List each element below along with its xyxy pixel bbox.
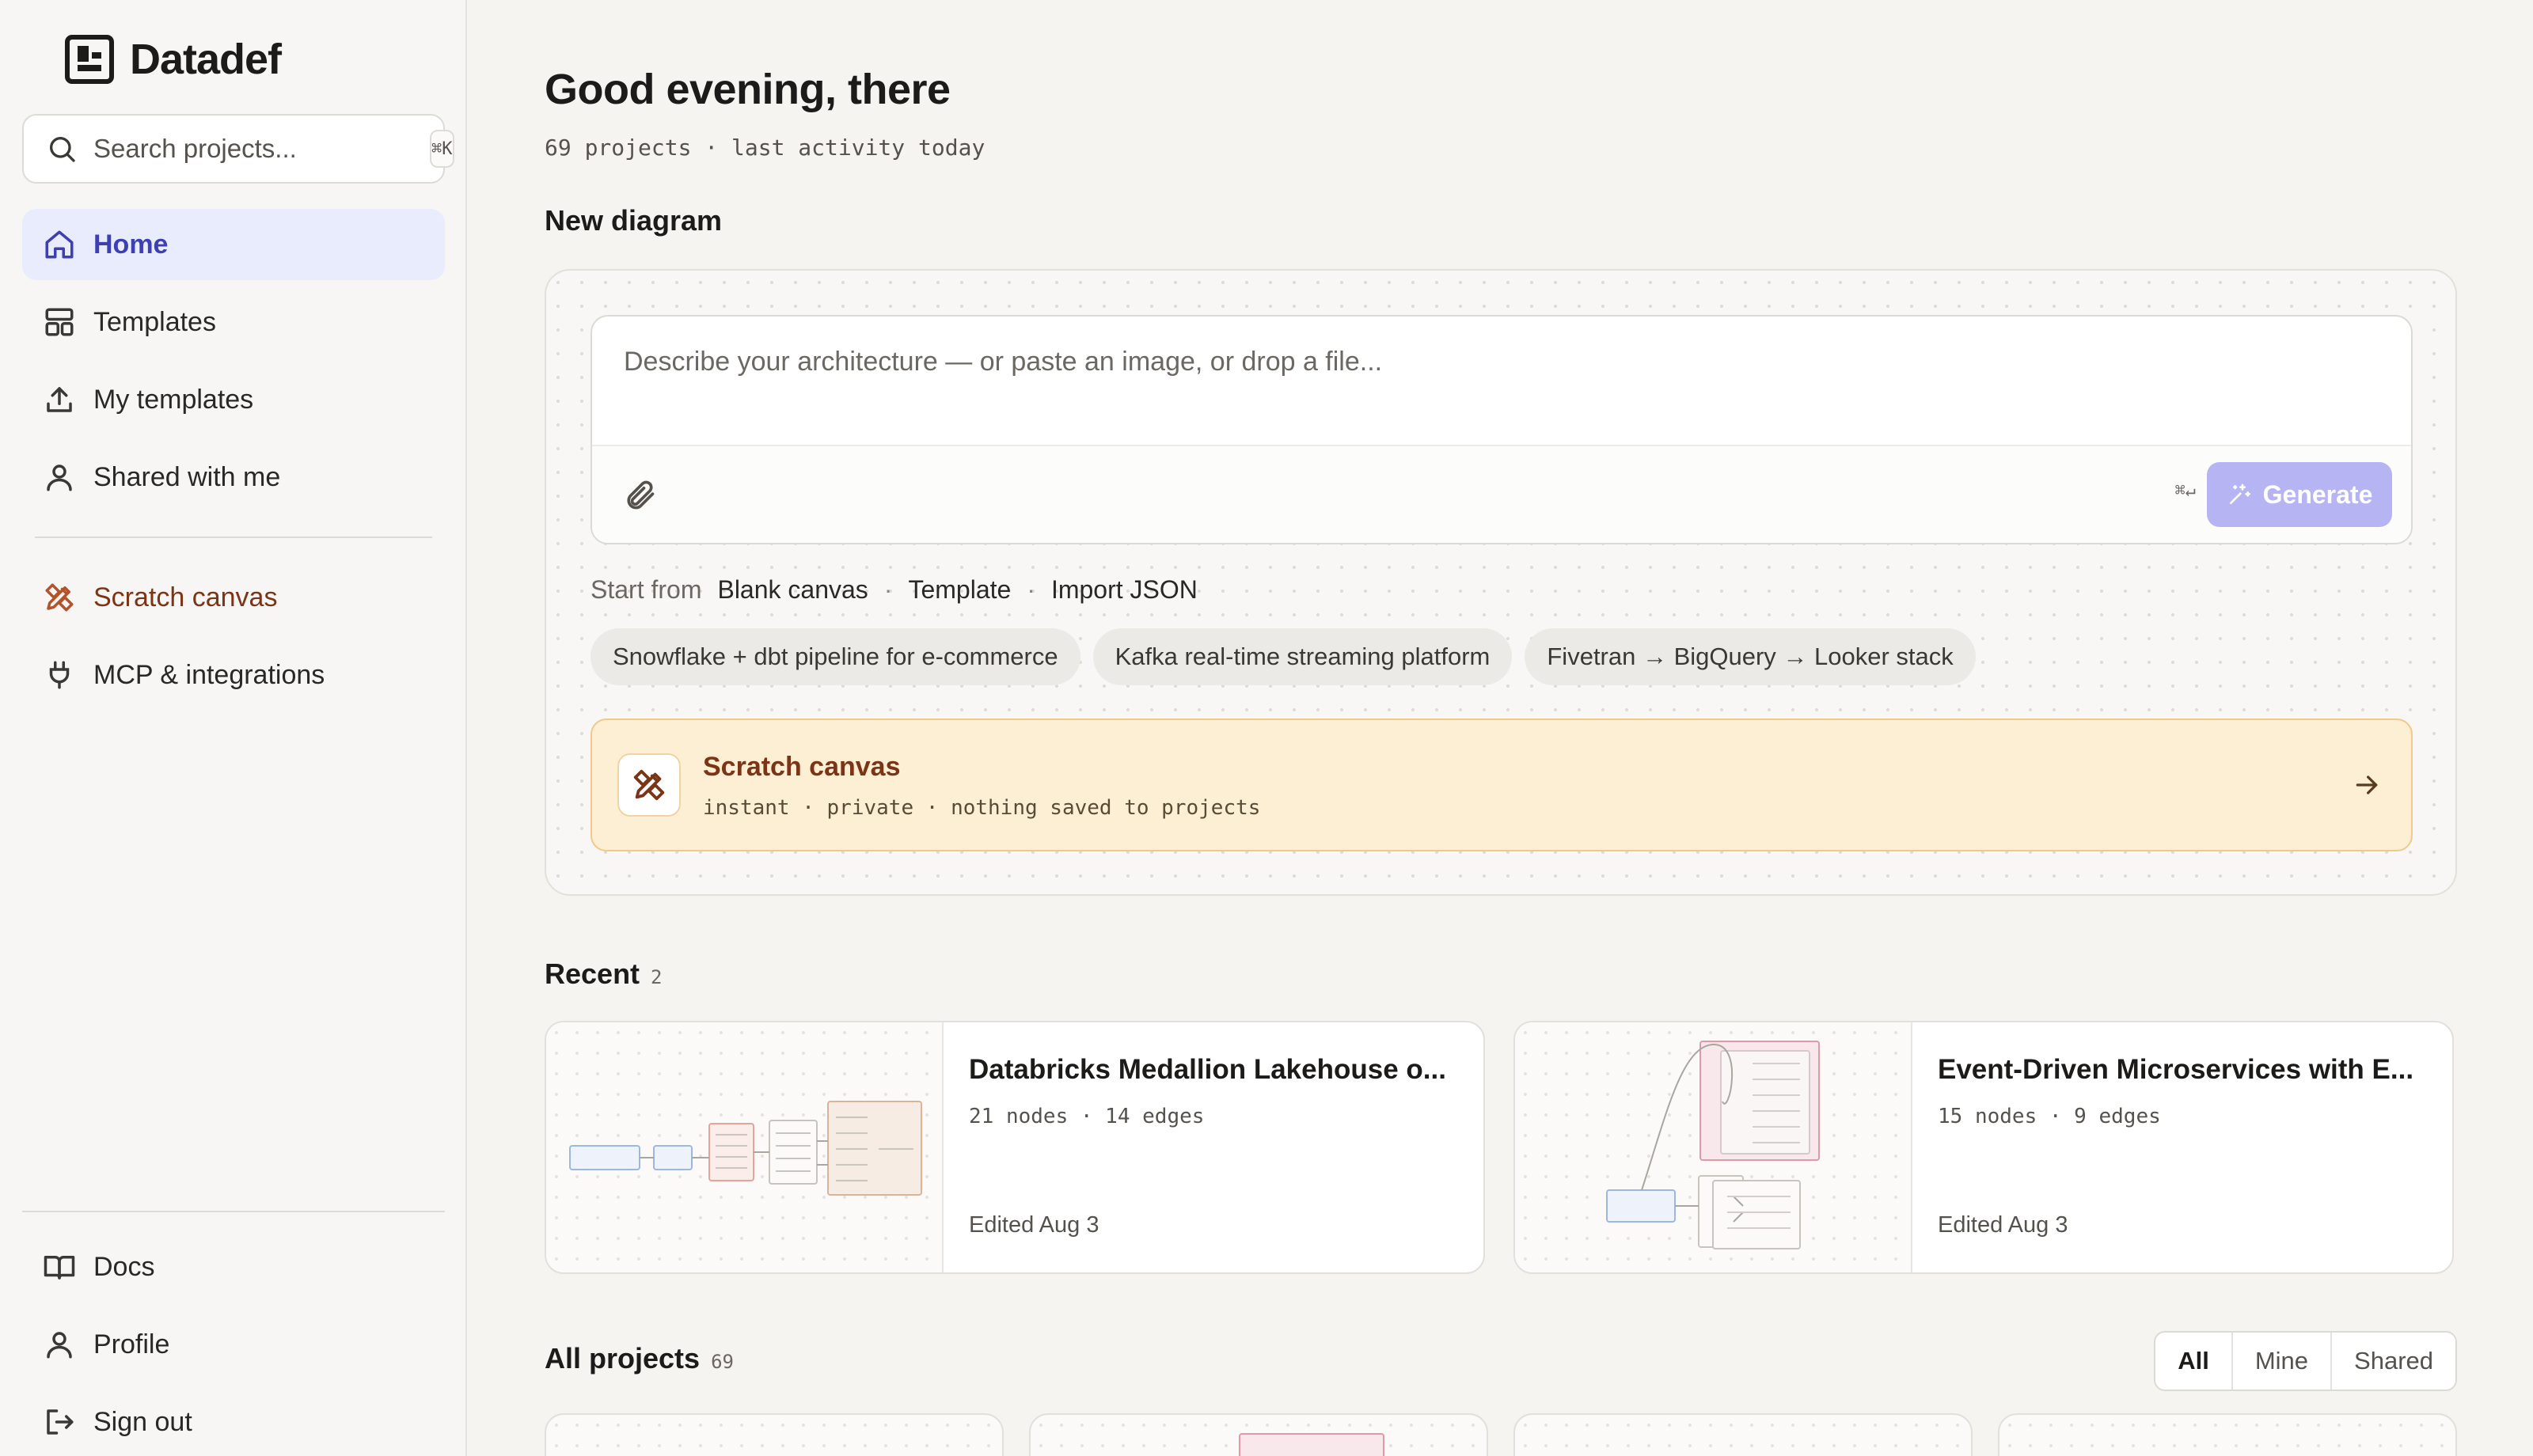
sidebar-item-shared-with-me[interactable]: Shared with me <box>22 442 445 513</box>
new-diagram-heading: New diagram <box>545 204 723 237</box>
sidebar-item-label: MCP & integrations <box>93 659 325 690</box>
prompt-toolbar: ⌘↵ Generate <box>592 445 2411 543</box>
sidebar-item-label: Shared with me <box>93 461 281 492</box>
prompt-box[interactable]: Describe your architecture — or paste an… <box>591 315 2413 544</box>
sidebar-item-docs[interactable]: Docs <box>22 1231 445 1302</box>
sidebar-item-scratch-canvas[interactable]: Scratch canvas <box>22 562 445 633</box>
sidebar-item-my-templates[interactable]: My templates <box>22 364 445 435</box>
search-box[interactable]: ⌘K <box>22 114 454 184</box>
upload-icon <box>47 387 72 412</box>
start-template-link[interactable]: Template <box>908 575 1011 605</box>
diagram-thumbnail <box>1515 1022 1912 1272</box>
book-icon <box>44 1256 75 1280</box>
scratch-card-subtitle: instant · private · nothing saved to pro… <box>703 796 1261 820</box>
project-card[interactable] <box>1998 1413 2457 1456</box>
scratch-canvas-card[interactable]: Scratch canvas instant · private · nothi… <box>591 719 2413 851</box>
app-logo[interactable]: Datadef <box>65 32 282 87</box>
sidebar-item-label: Scratch canvas <box>93 582 278 612</box>
project-title: Databricks Medallion Lakehouse o... <box>969 1054 1446 1085</box>
project-stats: 21 nodes · 14 edges <box>969 1105 1205 1128</box>
suggestion-chips: Snowflake + dbt pipeline for e-commerce … <box>591 628 1976 685</box>
main-content: Good evening, there 69 projects · last a… <box>467 0 2533 1456</box>
new-diagram-panel: Describe your architecture — or paste an… <box>545 269 2457 896</box>
paperclip-icon[interactable] <box>622 478 657 513</box>
sidebar-item-label: My templates <box>93 384 254 415</box>
pencil-ruler-icon <box>45 583 74 612</box>
start-import-json-link[interactable]: Import JSON <box>1051 575 1198 605</box>
diagram-preview-graphic <box>569 1101 922 1196</box>
sidebar-item-sign-out[interactable]: Sign out <box>22 1386 445 1456</box>
project-card[interactable] <box>1513 1413 1973 1456</box>
diagram-preview-graphic <box>1239 1433 1384 1456</box>
project-card[interactable] <box>1029 1413 1488 1456</box>
sidebar-item-home[interactable]: Home <box>22 209 445 280</box>
suggestion-chip[interactable]: Fivetran → BigQuery → Looker stack <box>1525 628 1976 685</box>
search-icon <box>50 137 75 162</box>
start-blank-canvas-link[interactable]: Blank canvas <box>717 575 868 605</box>
all-projects-heading: All projects 69 <box>545 1342 734 1375</box>
all-projects-count: 69 <box>711 1351 734 1373</box>
prompt-input[interactable]: Describe your architecture — or paste an… <box>624 347 1382 377</box>
project-edited-date: Edited Aug 3 <box>969 1212 1099 1238</box>
diagram-preview-graphic <box>1606 1041 1820 1249</box>
layout-icon <box>45 308 74 336</box>
filter-shared[interactable]: Shared <box>2330 1333 2455 1390</box>
sidebar-item-profile[interactable]: Profile <box>22 1309 445 1380</box>
plug-icon <box>49 661 70 689</box>
sidebar-item-mcp-integrations[interactable]: MCP & integrations <box>22 639 445 711</box>
user-icon <box>47 464 72 491</box>
datadef-logo-icon <box>65 35 114 84</box>
separator: · <box>883 574 893 604</box>
sidebar-item-label: Templates <box>93 306 216 337</box>
recent-count: 2 <box>651 966 663 988</box>
submit-shortcut-hint: ⌘↵ <box>2174 481 2197 501</box>
generate-button[interactable]: Generate <box>2207 462 2392 527</box>
search-input[interactable] <box>93 134 430 164</box>
scratch-icon-tile <box>617 753 681 817</box>
all-projects-title: All projects <box>545 1342 701 1374</box>
sparkles-icon <box>2229 483 2250 504</box>
project-edited-date: Edited Aug 3 <box>1938 1212 2068 1238</box>
recent-project-card[interactable]: Databricks Medallion Lakehouse o... 21 n… <box>545 1021 1485 1274</box>
sign-out-icon <box>47 1409 74 1435</box>
scratch-card-title: Scratch canvas <box>703 752 901 782</box>
app-name: Datadef <box>130 36 282 83</box>
sidebar-item-label: Profile <box>93 1329 170 1359</box>
arrow-right-icon <box>2356 775 2378 794</box>
pencil-ruler-icon <box>633 769 665 801</box>
project-stats: 15 nodes · 9 edges <box>1938 1105 2161 1128</box>
project-filter-tabs: All Mine Shared <box>2154 1331 2457 1391</box>
sidebar-item-templates[interactable]: Templates <box>22 286 445 358</box>
recent-heading: Recent 2 <box>545 957 663 991</box>
project-card[interactable] <box>545 1413 1004 1456</box>
search-shortcut-badge: ⌘K <box>430 130 454 168</box>
projects-summary: 69 projects · last activity today <box>545 135 985 161</box>
project-title: Event-Driven Microservices with E... <box>1938 1054 2414 1085</box>
home-icon <box>45 230 74 259</box>
separator: · <box>1027 574 1035 604</box>
filter-mine[interactable]: Mine <box>2231 1333 2330 1390</box>
sidebar-item-label: Home <box>93 229 169 260</box>
generate-label: Generate <box>2262 480 2373 509</box>
sidebar-item-label: Docs <box>93 1251 155 1282</box>
sidebar-item-label: Sign out <box>93 1406 192 1437</box>
filter-all[interactable]: All <box>2155 1333 2231 1390</box>
sidebar: Datadef ⌘K Home Templates My templates S… <box>0 0 467 1456</box>
start-from-label: Start from <box>591 574 702 604</box>
page-title: Good evening, there <box>545 66 951 113</box>
sidebar-footer-divider <box>22 1211 445 1212</box>
recent-title: Recent <box>545 957 640 990</box>
diagram-thumbnail <box>546 1022 944 1272</box>
suggestion-chip[interactable]: Kafka real-time streaming platform <box>1092 628 1513 685</box>
suggestion-chip[interactable]: Snowflake + dbt pipeline for e-commerce <box>591 628 1080 685</box>
user-icon <box>47 1332 72 1359</box>
recent-project-card[interactable]: Event-Driven Microservices with E... 15 … <box>1513 1021 2454 1274</box>
start-from-row: Start from Blank canvas · Template · Imp… <box>591 570 1198 609</box>
sidebar-divider <box>35 537 432 538</box>
